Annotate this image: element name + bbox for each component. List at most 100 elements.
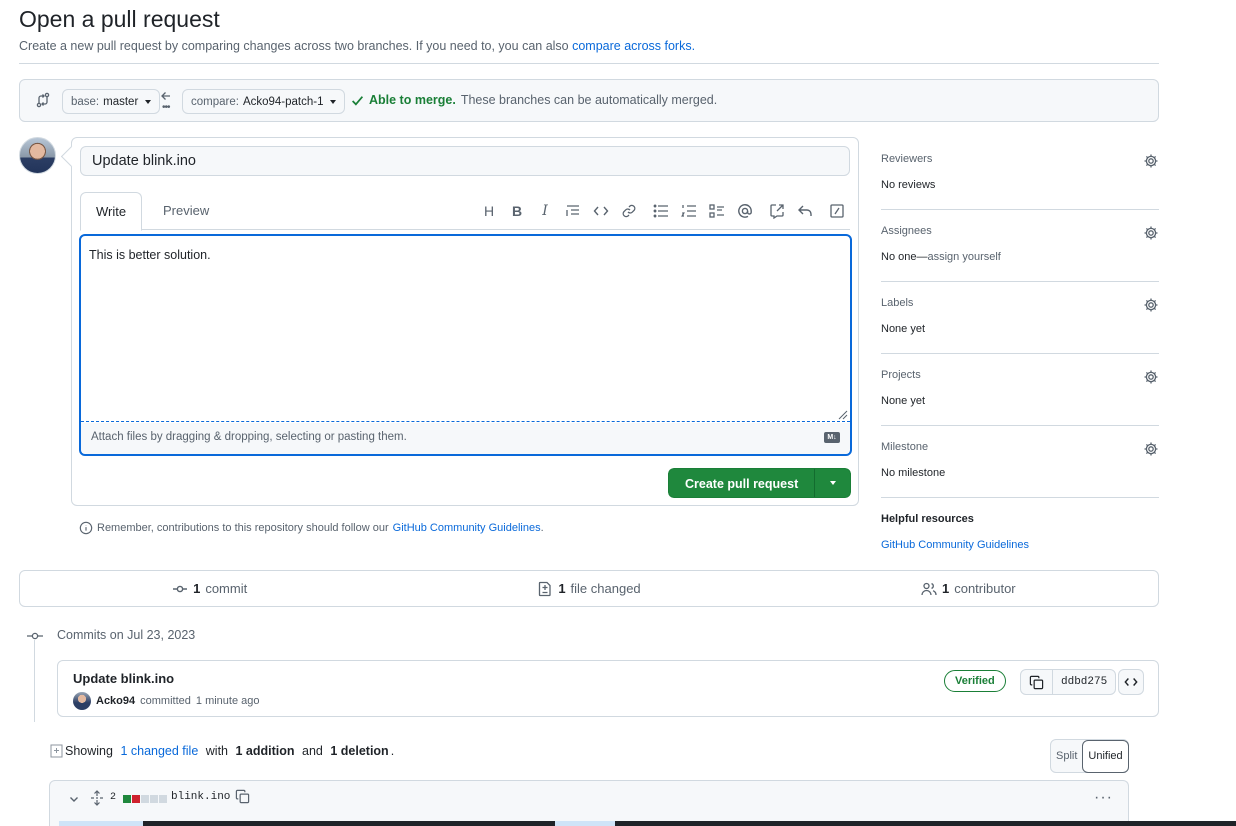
markdown-toolbar: H B I <box>478 200 848 222</box>
task-list-button[interactable] <box>706 200 728 222</box>
base-branch-select[interactable]: base: master <box>62 89 161 114</box>
labels-value: None yet <box>881 323 926 335</box>
merge-detail-text: These branches can be automatically merg… <box>460 93 718 107</box>
create-pull-request-button[interactable]: Create pull request <box>668 468 816 498</box>
gear-icon[interactable] <box>1143 225 1159 241</box>
sidebar-reviewers: Reviewers No reviews <box>881 138 1159 210</box>
commit-sha-group: ddbd275 <box>1020 669 1117 695</box>
file-change-count: 2 <box>110 792 117 803</box>
chevron-down-icon <box>145 99 152 104</box>
commit-action: committed <box>140 695 191 707</box>
tasklist-icon <box>709 204 724 218</box>
verified-badge[interactable]: Verified <box>944 670 1006 692</box>
info-icon <box>79 521 93 535</box>
reference-button[interactable] <box>766 200 788 222</box>
markdown-icon[interactable]: M↓ <box>824 432 840 443</box>
saved-reply-button[interactable] <box>794 200 816 222</box>
heading-button[interactable]: H <box>478 200 500 222</box>
code-button[interactable] <box>590 200 612 222</box>
commit-title-link[interactable]: Update blink.ino <box>73 671 174 686</box>
additions-count: 1 addition <box>235 744 295 758</box>
diffstat-deletion-block <box>132 795 140 803</box>
files-count: 1 <box>558 581 566 596</box>
tab-preview[interactable]: Preview <box>148 192 224 230</box>
copy-icon[interactable] <box>235 789 250 804</box>
list-unordered-icon <box>653 204 668 218</box>
commit-author-link[interactable]: Acko94 <box>96 695 135 707</box>
changed-files-link[interactable]: 1 changed file <box>120 744 198 758</box>
assign-yourself-link[interactable]: assign yourself <box>927 251 1000 263</box>
cross-reference-icon <box>770 204 784 219</box>
community-guidelines-link[interactable]: GitHub Community Guidelines <box>393 522 541 534</box>
diffstat-neutral-block <box>159 795 167 803</box>
arrow-left-icon <box>160 90 172 102</box>
browse-repo-button[interactable] <box>1118 669 1144 695</box>
gear-icon[interactable] <box>1143 369 1159 385</box>
diffstat-bar <box>123 795 167 803</box>
commit-sha-link[interactable]: ddbd275 <box>1053 670 1115 694</box>
bold-button[interactable]: B <box>506 200 528 222</box>
pr-body-textarea[interactable]: This is better solution. <box>81 236 850 422</box>
contributors-label: contributor <box>954 581 1016 596</box>
pr-summary-bar: 1 commit 1 file changed 1 contributor <box>19 570 1159 607</box>
showing-text: Showing <box>65 744 113 758</box>
slash-icon <box>830 204 844 218</box>
contributors-tab[interactable]: 1 contributor <box>779 571 1158 606</box>
pr-title-input[interactable] <box>80 146 850 176</box>
slash-command-button[interactable] <box>826 200 848 222</box>
note-period: . <box>540 522 544 534</box>
gear-icon[interactable] <box>1143 441 1159 457</box>
sidebar-milestone: Milestone No milestone <box>881 426 1159 498</box>
resize-grip-icon[interactable] <box>838 410 848 420</box>
mention-button[interactable] <box>734 200 756 222</box>
italic-button[interactable]: I <box>534 200 556 222</box>
compare-branch-label: compare: <box>191 95 239 108</box>
file-attachment-area[interactable]: Attach files by dragging & dropping, sel… <box>81 423 850 454</box>
subtitle-text: Create a new pull request by comparing c… <box>19 39 569 53</box>
sidebar-guidelines-link[interactable]: GitHub Community Guidelines <box>881 539 1159 551</box>
quote-button[interactable] <box>562 200 584 222</box>
ordered-list-button[interactable] <box>678 200 700 222</box>
quote-icon <box>566 205 579 216</box>
sidebar-labels: Labels None yet <box>881 282 1159 354</box>
with-text: with <box>205 744 228 758</box>
merge-ok-text: Able to merge. <box>369 93 456 107</box>
base-branch-label: base: <box>71 95 100 108</box>
diff-hunk-strip <box>59 821 1236 826</box>
attach-hint: Attach files by dragging & dropping, sel… <box>91 431 407 443</box>
milestone-value: No milestone <box>881 467 946 479</box>
link-button[interactable] <box>618 200 640 222</box>
expand-all-icon[interactable] <box>90 790 104 806</box>
and-text: and <box>302 744 323 758</box>
avatar[interactable] <box>73 692 91 710</box>
diff-file-name[interactable]: blink.ino <box>171 791 230 803</box>
commits-tab[interactable]: 1 commit <box>20 571 399 606</box>
chevron-down-icon[interactable] <box>68 793 80 805</box>
split-view-button[interactable]: Split <box>1051 740 1082 772</box>
period-text: . <box>390 744 395 758</box>
gear-icon[interactable] <box>1143 297 1159 313</box>
unordered-list-button[interactable] <box>650 200 672 222</box>
commit-icon <box>26 629 44 643</box>
check-icon <box>351 94 364 107</box>
page-subtitle: Create a new pull request by comparing c… <box>19 39 695 53</box>
reviewers-heading: Reviewers <box>881 153 933 165</box>
code-icon <box>1124 678 1138 686</box>
unified-view-button[interactable]: Unified <box>1082 740 1129 773</box>
sidebar-assignees: Assignees No one—assign yourself <box>881 210 1159 282</box>
compare-branch-select[interactable]: compare: Acko94-patch-1 <box>182 89 346 114</box>
diffstat-neutral-block <box>150 795 158 803</box>
commits-count: 1 <box>193 581 201 596</box>
assignees-value: No one—assign yourself <box>881 251 1159 263</box>
kebab-horizontal-icon[interactable]: ··· <box>1094 789 1113 807</box>
people-icon <box>921 582 937 595</box>
create-pr-dropdown-button[interactable] <box>815 468 852 498</box>
file-diff-icon <box>50 744 63 758</box>
compare-across-forks-link[interactable]: compare across forks. <box>572 39 695 53</box>
chevron-down-icon <box>829 481 836 485</box>
files-changed-tab[interactable]: 1 file changed <box>399 571 778 606</box>
tab-write[interactable]: Write <box>80 192 143 231</box>
gear-icon[interactable] <box>1143 153 1159 169</box>
pr-sidebar: Reviewers No reviews Assignees No one—as… <box>881 138 1159 551</box>
copy-sha-button[interactable] <box>1021 670 1053 694</box>
